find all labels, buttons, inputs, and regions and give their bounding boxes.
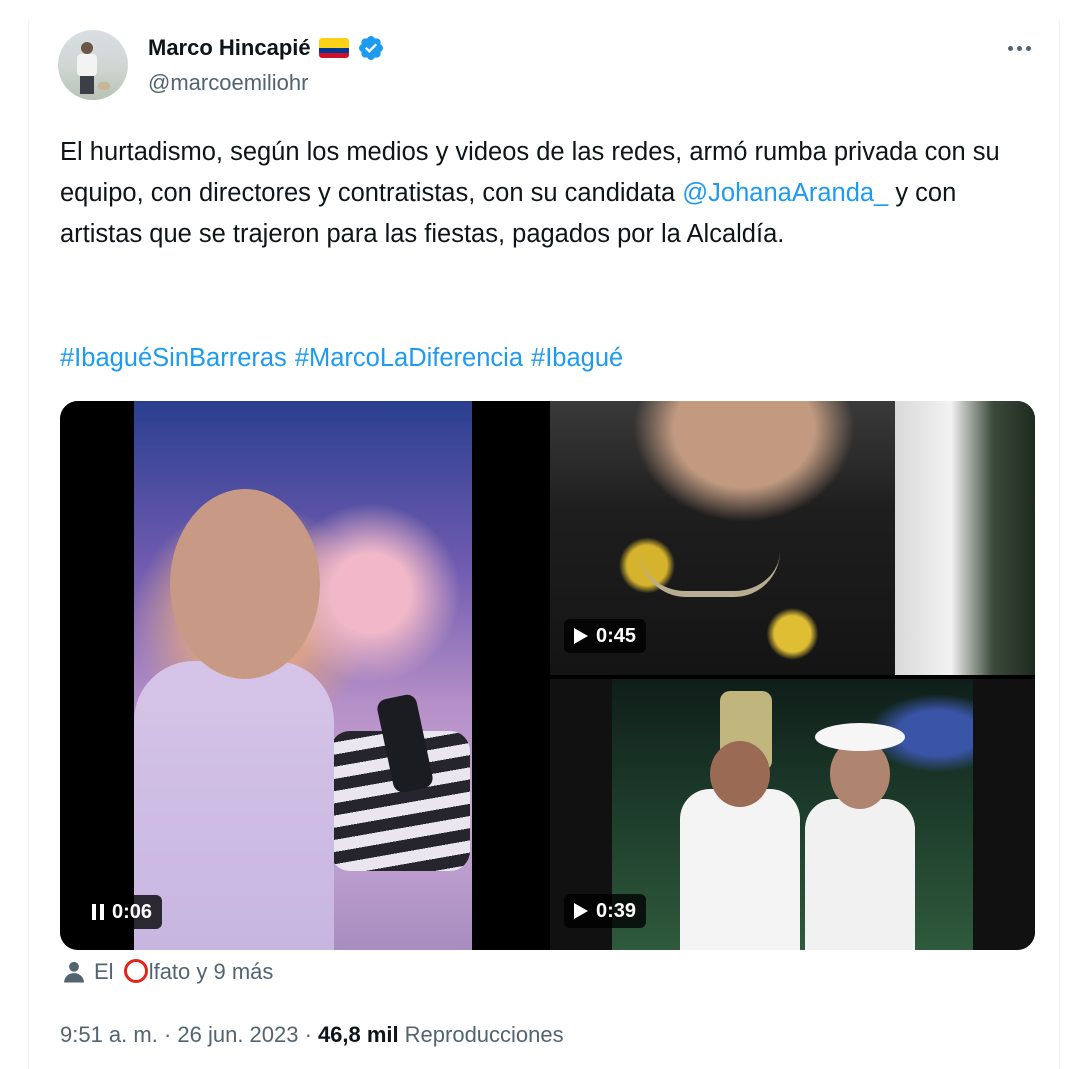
video-duration-badge: 0:06 <box>82 895 163 929</box>
hashtag-link[interactable]: #Ibagué <box>531 338 623 378</box>
social-context-prefix: El <box>94 959 120 984</box>
man-head <box>170 489 320 679</box>
man-head <box>710 741 770 807</box>
social-context[interactable]: El lfato y 9 más <box>60 958 273 986</box>
video-duration: 0:45 <box>596 624 637 647</box>
tweet-metadata: 9:51 a. m. · 26 jun. 2023 · 46,8 mil Rep… <box>60 1022 564 1048</box>
woman-figure <box>805 799 915 950</box>
avatar-dog <box>98 82 110 90</box>
video-tile-2[interactable]: 0:45 <box>550 401 1035 675</box>
hashtag-link[interactable]: #MarcoLaDiferencia <box>295 338 523 378</box>
media-grid: 0:06 0:45 0:39 <box>60 401 1035 950</box>
more-options-icon[interactable] <box>1002 36 1036 60</box>
verified-badge-icon[interactable] <box>357 34 385 62</box>
colombia-flag-icon <box>318 38 349 58</box>
hashtag-link[interactable]: #IbaguéSinBarreras <box>60 338 287 378</box>
avatar-figure-head <box>81 42 93 54</box>
video-duration: 0:06 <box>112 900 153 923</box>
video-tile-1[interactable]: 0:06 <box>60 401 546 950</box>
mention-link[interactable]: @JohanaAranda_ <box>682 179 888 207</box>
video-tile-3[interactable]: 0:39 <box>550 679 1035 950</box>
man-figure <box>680 789 800 950</box>
social-context-suffix: lfato y 9 más <box>148 959 274 984</box>
letterbox-right <box>973 679 1035 950</box>
play-icon <box>574 903 588 919</box>
play-icon <box>574 628 588 644</box>
avatar-figure-body <box>77 54 97 76</box>
avatar-figure-legs <box>80 76 94 94</box>
video-duration: 0:39 <box>596 899 637 922</box>
views-label: Reproducciones <box>404 1022 564 1047</box>
avatar[interactable] <box>58 30 128 100</box>
author-name[interactable]: Marco Hincapié <box>148 35 311 61</box>
person-icon <box>64 961 84 983</box>
timestamp[interactable]: 9:51 a. m. · 26 jun. 2023 · <box>60 1022 312 1048</box>
author-name-row: Marco Hincapié <box>148 34 385 62</box>
social-context-text: El lfato y 9 más <box>94 959 273 985</box>
hashtag-row: #IbaguéSinBarreras #MarcoLaDiferencia #I… <box>60 338 623 378</box>
video-duration-badge: 0:39 <box>564 894 647 928</box>
white-hat <box>815 723 905 751</box>
man-figure <box>134 661 334 950</box>
pause-icon <box>92 904 104 920</box>
necklace <box>640 551 780 597</box>
background-wall <box>895 401 1035 675</box>
author-handle[interactable]: @marcoemiliohr <box>148 70 308 96</box>
olfato-logo-icon <box>123 959 148 983</box>
views-count: 46,8 mil <box>317 1022 399 1047</box>
tweet-text: El hurtadismo, según los medios y videos… <box>60 132 1040 255</box>
video-duration-badge: 0:45 <box>564 619 647 653</box>
